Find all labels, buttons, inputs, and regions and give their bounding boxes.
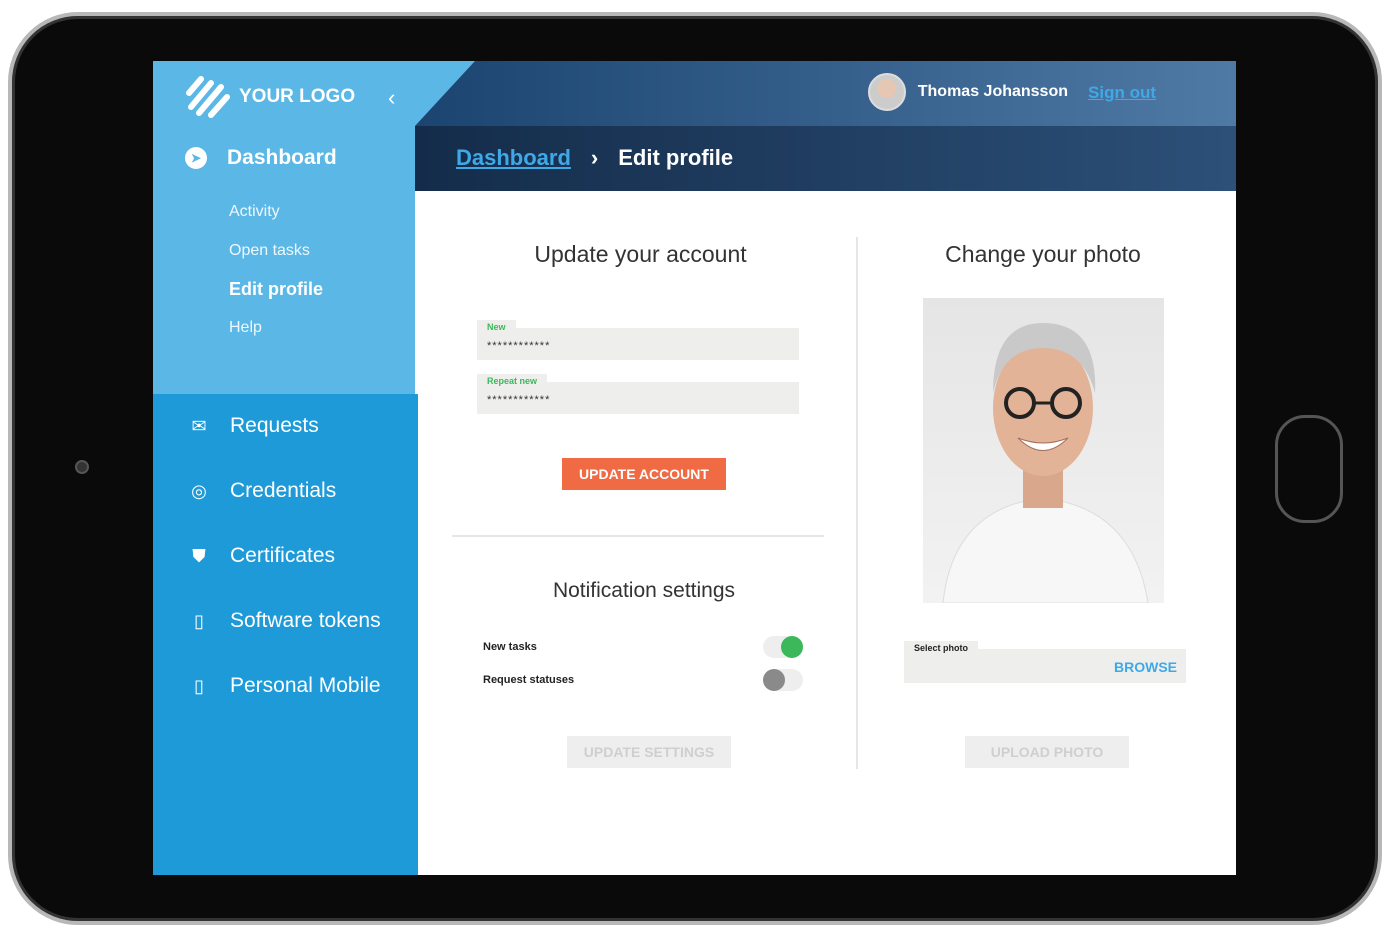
sidebar-item-personal-mobile[interactable]: ▯ Personal Mobile bbox=[187, 674, 381, 698]
field-value: ************ bbox=[487, 340, 551, 352]
collapse-sidebar-button[interactable]: ‹ bbox=[388, 85, 395, 111]
toggle-label: Request statuses bbox=[483, 674, 575, 686]
photo-title: Change your photo bbox=[945, 241, 1141, 267]
camera-icon bbox=[75, 460, 89, 474]
field-value: ************ bbox=[487, 394, 551, 406]
account-title: Update your account bbox=[534, 241, 747, 267]
sidebar-item-requests[interactable]: ✉ Requests bbox=[187, 414, 319, 438]
breadcrumb-current: Edit profile bbox=[618, 145, 734, 170]
chevron-right-icon: › bbox=[590, 145, 599, 170]
browse-button[interactable]: BROWSE bbox=[1114, 659, 1177, 675]
breadcrumb-dashboard-link[interactable]: Dashboard bbox=[456, 145, 571, 171]
sidebar-subitem-activity[interactable]: Activity bbox=[229, 203, 280, 221]
sidebar-item-label: Credentials bbox=[230, 479, 337, 502]
screen: YOUR LOGO ‹ ➤ Dashboard Activity Open ta… bbox=[153, 61, 1236, 875]
phone-icon: ▯ bbox=[194, 610, 204, 631]
field-label: Repeat new bbox=[477, 374, 548, 388]
update-account-button[interactable]: UPDATE ACCOUNT bbox=[562, 458, 726, 490]
select-photo-field[interactable]: Select photo BROWSE bbox=[904, 641, 1186, 683]
sidebar-item-credentials[interactable]: ◎ Credentials bbox=[187, 479, 336, 503]
sidebar-subitem-open-tasks[interactable]: Open tasks bbox=[229, 242, 310, 260]
request-statuses-toggle[interactable] bbox=[763, 669, 803, 691]
logo-icon bbox=[186, 76, 230, 118]
upload-photo-button[interactable]: UPLOAD PHOTO bbox=[965, 736, 1129, 768]
toggle-label: New tasks bbox=[483, 641, 537, 653]
divider bbox=[452, 535, 824, 537]
toggle-knob bbox=[781, 636, 803, 658]
avatar bbox=[867, 73, 906, 111]
sidebar-item-label: Certificates bbox=[230, 544, 336, 567]
sidebar-bottom bbox=[153, 394, 418, 875]
user-name: Thomas Johansson bbox=[917, 83, 1068, 100]
logo-text: YOUR LOGO bbox=[239, 86, 356, 107]
new-password-field[interactable]: New ************ bbox=[477, 320, 799, 360]
sidebar-item-software-tokens[interactable]: ▯ Software tokens bbox=[187, 609, 381, 633]
field-label: Select photo bbox=[904, 641, 979, 655]
profile-photo-image bbox=[942, 323, 1149, 604]
new-tasks-toggle[interactable] bbox=[763, 636, 803, 658]
toggle-knob bbox=[763, 669, 785, 691]
compass-icon: ➤ bbox=[185, 147, 207, 169]
sidebar-subitem-edit-profile[interactable]: Edit profile bbox=[229, 279, 323, 300]
field-label: New bbox=[477, 320, 516, 334]
logo[interactable]: YOUR LOGO bbox=[185, 75, 355, 119]
fingerprint-icon: ◎ bbox=[191, 480, 207, 501]
repeat-password-field[interactable]: Repeat new ************ bbox=[477, 374, 799, 414]
sidebar-item-label: Requests bbox=[230, 414, 319, 437]
phone-icon: ▯ bbox=[194, 675, 204, 696]
sidebar-item-certificates[interactable]: ⛊ Certificates bbox=[187, 544, 335, 568]
breadcrumb: Dashboard › Edit profile bbox=[456, 145, 733, 171]
shield-check-icon: ⛊ bbox=[192, 545, 206, 566]
profile-photo bbox=[923, 298, 1164, 604]
sidebar-item-label: Software tokens bbox=[230, 609, 381, 632]
sign-out-link[interactable]: Sign out bbox=[1088, 83, 1156, 103]
divider bbox=[856, 237, 858, 769]
sidebar-item-dashboard[interactable]: ➤ Dashboard bbox=[185, 146, 337, 170]
sidebar-item-label: Personal Mobile bbox=[230, 674, 381, 697]
sidebar-item-label: Dashboard bbox=[227, 146, 337, 169]
user-menu[interactable]: Thomas Johansson bbox=[867, 73, 1068, 111]
sidebar-subitem-help[interactable]: Help bbox=[229, 319, 262, 337]
update-settings-button[interactable]: UPDATE SETTINGS bbox=[567, 736, 731, 768]
home-button[interactable] bbox=[1275, 415, 1343, 523]
envelope-icon: ✉ bbox=[191, 415, 207, 436]
notifications-title: Notification settings bbox=[552, 579, 736, 602]
